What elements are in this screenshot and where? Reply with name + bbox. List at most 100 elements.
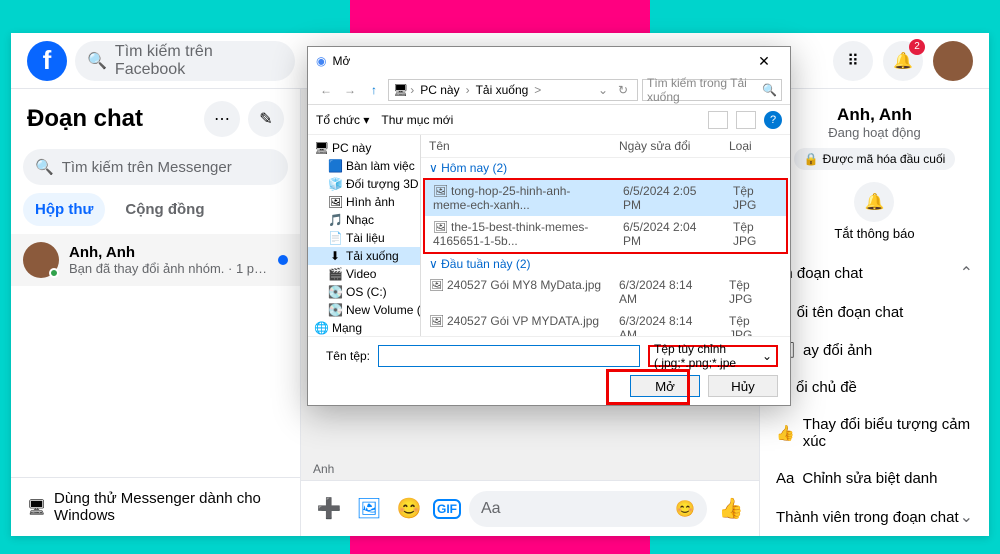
folder-icon: 🧊 [328,177,342,191]
aa-icon: Aa [776,470,794,487]
help-button[interactable]: ? [764,111,782,129]
like-button[interactable]: 👍 [715,493,747,525]
file-row[interactable]: 🖼240527 Gói MY8 MyData.jpg6/3/2024 8:14 … [421,274,790,310]
chrome-icon: ◉ [316,54,326,68]
search-icon: 🔍 [762,83,777,97]
chat-list-item[interactable]: Anh, Anh Bạn đã thay đổi ảnh nhóm. · 1 p… [11,234,300,286]
attach-image-button[interactable]: 🖼 [353,493,385,525]
file-icon: 🖼 [433,220,447,234]
compose-button[interactable]: ✎ [248,101,284,137]
tree-item[interactable]: 🟦Bàn làm việc [308,157,420,175]
chevron-down-icon: ⌄ [960,507,973,527]
chevron-up-icon: ⌃ [960,263,973,283]
dialog-search-placeholder: Tìm kiếm trong Tải xuống [647,76,758,104]
dropdown-icon[interactable]: ⌄ [593,80,613,100]
sidebar-footer[interactable]: 🖥 Dùng thử Messenger dành cho Windows [11,477,300,536]
tree-item[interactable]: 🎵Nhạc [308,211,420,229]
breadcrumb-item[interactable]: Tải xuống [472,83,533,97]
theme-row[interactable]: ⭘ổi chủ đề [772,369,977,406]
file-icon: 🖼 [433,184,447,198]
search-icon: 🔍 [35,158,54,176]
new-folder-button[interactable]: Thư mục mới [381,113,453,127]
tree-item[interactable]: 🌐Mạng [308,319,420,336]
tree-item[interactable]: 💽OS (C:) [308,283,420,301]
refresh-button[interactable]: ↻ [613,80,633,100]
file-row[interactable]: 🖼the-15-best-think-memes-4165651-1-5b...… [425,216,786,252]
online-indicator [49,268,59,278]
emoji-icon[interactable]: 😊 [675,499,695,519]
sender-label: Anh [313,462,334,476]
breadcrumb[interactable]: 🖥 › PC này › Tải xuống > ⌄ ↻ [388,79,638,101]
rename-row[interactable]: ✎ổi tên đoạn chat [772,293,977,331]
facebook-logo[interactable]: f [27,41,67,81]
file-group[interactable]: ∨ Hôm nay (2) [421,158,790,178]
members-row[interactable]: Thành viên trong đoạn chat⌄ [772,497,977,536]
dialog-titlebar: ◉ Mở ✕ [308,47,790,75]
add-button[interactable]: ➕ [313,493,345,525]
sticker-button[interactable]: 😊 [393,493,425,525]
notifications-button[interactable]: 🔔2 [883,41,923,81]
tree-item[interactable]: ⬇Tải xuống [308,247,420,265]
tree-item[interactable]: 🖼Hình ảnh [308,193,420,211]
col-date[interactable]: Ngày sửa đổi [611,135,721,157]
up-button[interactable]: ↑ [364,80,384,100]
file-group[interactable]: ∨ Đầu tuần này (2) [421,254,790,274]
dialog-search[interactable]: Tìm kiếm trong Tải xuống 🔍 [642,79,782,101]
tree-item[interactable]: 🧊Đối tượng 3D [308,175,420,193]
laptop-icon: 🖥 [27,498,46,516]
tree-item[interactable]: 🎬Video [308,265,420,283]
file-row[interactable]: 🖼240527 Gói VP MYDATA.jpg6/3/2024 8:14 A… [421,310,790,336]
folder-icon: 🎵 [328,213,342,227]
encryption-badge[interactable]: 🔒 Được mã hóa đầu cuối [794,148,956,170]
preview-button[interactable] [736,111,756,129]
forward-button[interactable]: → [340,80,360,100]
folder-icon: ⬇ [328,249,342,263]
folder-icon: 💽 [328,285,342,299]
file-icon: 🖼 [429,278,443,292]
global-search[interactable]: 🔍 Tìm kiếm trên Facebook [75,41,295,81]
chat-name: Anh, Anh [837,105,912,125]
compose-bar: ➕ 🖼 😊 GIF Aa😊 👍 [301,480,759,536]
folder-icon: 🟦 [328,159,342,173]
search-icon: 🔍 [87,51,107,71]
dialog-title: Mở [332,54,350,68]
search-placeholder: Tìm kiếm trên Facebook [115,43,283,79]
tree-item[interactable]: 📄Tài liệu [308,229,420,247]
tab-community[interactable]: Cộng đồng [113,193,216,226]
more-button[interactable]: ⋯ [204,101,240,137]
folder-tree: 🖥PC này🟦Bàn làm việc🧊Đối tượng 3D🖼Hình ả… [308,135,421,336]
file-row[interactable]: 🖼tong-hop-25-hinh-anh-meme-ech-xanh...6/… [425,180,786,216]
breadcrumb-item[interactable]: PC này [416,83,463,97]
change-photo-row[interactable]: 🖼ay đổi ảnh [772,331,977,369]
file-type-select[interactable]: Tệp tùy chỉnh (.jpg;*.png;*.jpe⌄ [648,345,778,367]
folder-icon: 🖥 [314,141,328,155]
tree-item[interactable]: 🖥PC này [308,139,420,157]
folder-icon: 📄 [328,231,342,245]
col-name[interactable]: Tên [421,135,611,157]
mute-button[interactable]: 🔔 [854,182,894,222]
chat-name: Anh, Anh [69,244,268,261]
tab-inbox[interactable]: Hộp thư [23,193,105,226]
chat-subtitle: Bạn đã thay đổi ảnh nhóm. · 1 phút [69,261,268,276]
pc-icon: 🖥 [393,83,408,97]
col-type[interactable]: Loại [721,135,781,157]
emoji-row[interactable]: 👍Thay đổi biểu tượng cảm xúc [772,406,977,460]
back-button[interactable]: ← [316,80,336,100]
info-row[interactable]: hh đoạn chat⌃ [772,253,977,293]
gif-button[interactable]: GIF [433,499,461,519]
nickname-row[interactable]: AaChỉnh sửa biệt danh [772,460,977,497]
sidebar-search[interactable]: 🔍 Tìm kiếm trên Messenger [23,149,288,185]
filename-input[interactable] [378,345,640,367]
close-button[interactable]: ✕ [746,53,782,70]
folder-icon: 🖼 [328,195,342,209]
tree-item[interactable]: 💽New Volume (D: [308,301,420,319]
cancel-button[interactable]: Hủy [708,375,778,397]
organize-button[interactable]: Tổ chức ▾ [316,113,369,127]
profile-avatar[interactable] [933,41,973,81]
folder-icon: 🌐 [314,321,328,335]
open-button[interactable]: Mở [630,375,700,397]
folder-icon: 🎬 [328,267,342,281]
view-button[interactable] [708,111,728,129]
apps-button[interactable]: ⠿ [833,41,873,81]
message-input[interactable]: Aa😊 [469,491,707,527]
